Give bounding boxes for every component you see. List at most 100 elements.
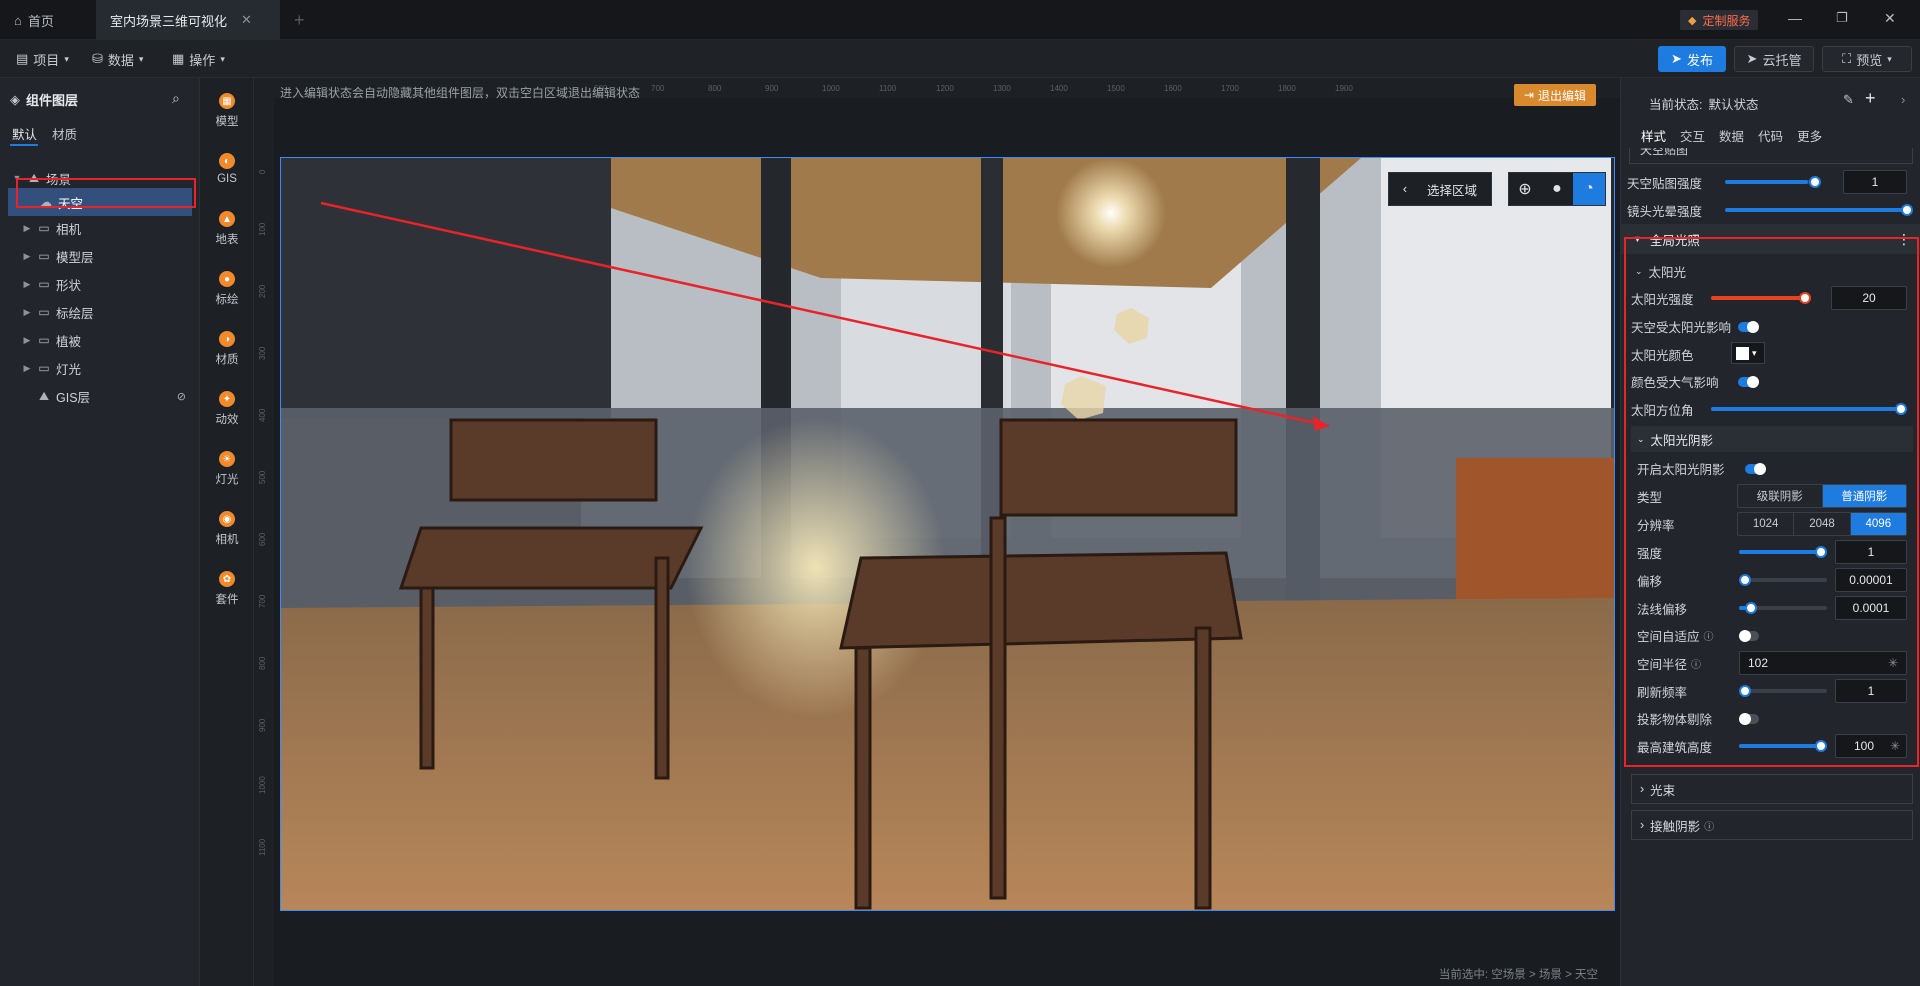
property-panel: 当前状态: 默认状态 ✎ + › 样式 交互 数据 代码 更多 天空贴图 天空贴… [1620,78,1920,986]
sky-map-strength-slider[interactable] [1725,176,1821,188]
iconbar-kit[interactable]: ✿ 套件 [200,564,254,614]
row-label: 天空贴图强度 [1627,176,1703,191]
orbit-icon[interactable]: ◔ [1573,173,1605,205]
fullscreen-icon: ⛶ [1842,51,1852,66]
caret-right-icon[interactable]: ▶ [22,335,32,346]
beam-section[interactable]: › 光束 [1631,774,1913,804]
tab-home[interactable]: ⌂ 首页 [0,0,86,40]
ruler-tick-label: 1300 [993,84,1011,93]
menu-data[interactable]: ⛁ 数据 ▾ [84,46,151,72]
layer-panel-header: ◈ 组件图层 [10,90,78,109]
sky-map-section[interactable]: 天空贴图 [1629,148,1913,164]
iconbar-light[interactable]: ☀ 灯光 [200,444,254,494]
chevron-right-icon[interactable]: › [1901,92,1905,107]
tree-label: 灯光 [56,362,82,377]
caret-right-icon[interactable]: ▶ [22,251,32,262]
iconbar-model[interactable]: ▦ 模型 [200,86,254,136]
folder-icon: ▭ [38,221,50,235]
caret-right-icon[interactable]: ▶ [22,279,32,290]
preview-button[interactable]: ⛶ 预览 ▾ [1822,46,1912,72]
ruler-tick-label: 100 [258,222,267,236]
tab-more[interactable]: 更多 [1797,126,1822,145]
iconbar-label: 灯光 [215,474,239,486]
canvas-area[interactable]: 600 700 800 900 1000 1100 1200 1300 1400 1500 1600… [254,78,1620,986]
iconbar-material[interactable]: ◑ 材质 [200,324,254,374]
tree-item-gis-layer[interactable]: ⛰ GIS层 ⊘ [0,384,200,408]
tab-scene[interactable]: 室内场景三维可视化 ✕ [96,0,280,40]
tree-item-camera[interactable]: ▶ ▭ 相机 [0,216,200,240]
ruler-tick-label: 1800 [1278,84,1296,93]
close-window-icon[interactable]: ✕ [1884,10,1896,27]
terrain-icon: ▲ [219,211,235,227]
globe-icon[interactable]: ⊕ [1509,173,1541,205]
tab-interaction[interactable]: 交互 [1680,126,1705,145]
tab-default[interactable]: 默认 [12,124,37,143]
lens-flare-slider[interactable] [1725,204,1913,216]
title-bar: ⌂ 首页 室内场景三维可视化 ✕ + ◆ 定制服务 — ❐ ✕ [0,0,1920,40]
iconbar-camera[interactable]: ◉ 相机 [200,504,254,554]
tree-label: 模型层 [56,250,94,265]
sky-map-strength-input[interactable]: 1 [1843,170,1907,194]
ruler-tick-label: 200 [258,284,267,298]
model-icon: ▦ [219,93,235,109]
iconbar-terrain[interactable]: ▲ 地表 [200,204,254,254]
select-area-control[interactable]: ‹ 选择区域 [1387,172,1492,206]
menu-project[interactable]: ▤ 项目 ▾ [8,46,77,72]
state-label: 当前状态: [1649,98,1703,112]
tab-data[interactable]: 数据 [1719,126,1744,145]
edit-icon[interactable]: ✎ [1843,92,1854,108]
ruler-tick-label: 400 [258,408,267,422]
select-area-label: 选择区域 [1426,183,1477,198]
search-icon[interactable]: ⌕ [172,90,180,107]
tab-indicator [10,144,38,146]
state-value: 默认状态 [1708,98,1759,112]
ruler-tick-label: 800 [258,656,267,670]
ruler-tick-label: 1700 [1221,84,1239,93]
custom-service-label: 定制服务 [1702,13,1751,28]
contact-shadow-section[interactable]: › 接触阴影 ⓘ [1631,810,1913,840]
chevron-down-icon: ▾ [138,53,144,64]
ruler-tick-label: 900 [258,718,267,732]
tab-code[interactable]: 代码 [1758,126,1783,145]
exit-edit-button[interactable]: ⇥ 退出编辑 [1513,84,1596,106]
selection-breadcrumb: 当前选中: 空场景 > 场景 > 天空 [1438,969,1598,981]
view-mode-buttons[interactable]: ⊕ ● ◔ [1508,172,1606,206]
caret-right-icon[interactable]: ▶ [22,307,32,318]
layer-panel-title: 组件图层 [26,93,79,108]
material-icon: ◑ [219,331,235,347]
restore-icon[interactable]: ❐ [1836,10,1848,26]
tree-item-vegetation[interactable]: ▶ ▭ 植被 [0,328,200,352]
current-state: 当前状态: 默认状态 [1649,94,1759,113]
folder-icon: ▭ [38,277,50,291]
minimize-icon[interactable]: — [1788,10,1802,26]
help-icon[interactable]: ⓘ [1704,818,1714,833]
iconbar-marker[interactable]: ● 标绘 [200,264,254,314]
close-tab-icon[interactable]: ✕ [241,12,252,28]
iconbar-gis[interactable]: ◐ GIS [200,144,254,194]
tree-item-light[interactable]: ▶ ▭ 灯光 [0,356,200,380]
add-tab-button[interactable]: + [280,0,319,40]
publish-button[interactable]: ➤ 发布 [1658,46,1726,72]
chevron-left-icon[interactable]: ‹ [1403,182,1407,196]
iconbar-label: GIS [217,173,237,185]
caret-right-icon[interactable]: ▶ [22,363,32,374]
caret-right-icon[interactable]: ▶ [22,223,32,234]
add-icon[interactable]: + [1865,88,1876,109]
menu-data-label: 数据 [107,52,134,68]
cloud-button[interactable]: ➤ 云托管 [1734,46,1814,72]
tab-material[interactable]: 材质 [52,124,77,143]
menu-operate[interactable]: ▦ 操作 ▾ [164,46,233,72]
ruler-tick-label: 1000 [258,776,267,794]
sphere-icon[interactable]: ● [1541,173,1573,205]
scene-viewport[interactable]: ‹ 选择区域 ⊕ ● ◔ [280,157,1615,911]
tree-item-model-layer[interactable]: ▶ ▭ 模型层 [0,244,200,268]
tree-item-plot-layer[interactable]: ▶ ▭ 标绘层 [0,300,200,324]
chevron-down-icon: ▾ [1887,53,1892,64]
tree-label: 相机 [56,222,82,237]
custom-service-button[interactable]: ◆ 定制服务 [1680,10,1759,30]
tree-item-shape[interactable]: ▶ ▭ 形状 [0,272,200,296]
highlight-box [1624,237,1919,767]
tab-style[interactable]: 样式 [1641,126,1666,145]
iconbar-effect[interactable]: ✦ 动效 [200,384,254,434]
eye-off-icon[interactable]: ⊘ [177,390,186,403]
